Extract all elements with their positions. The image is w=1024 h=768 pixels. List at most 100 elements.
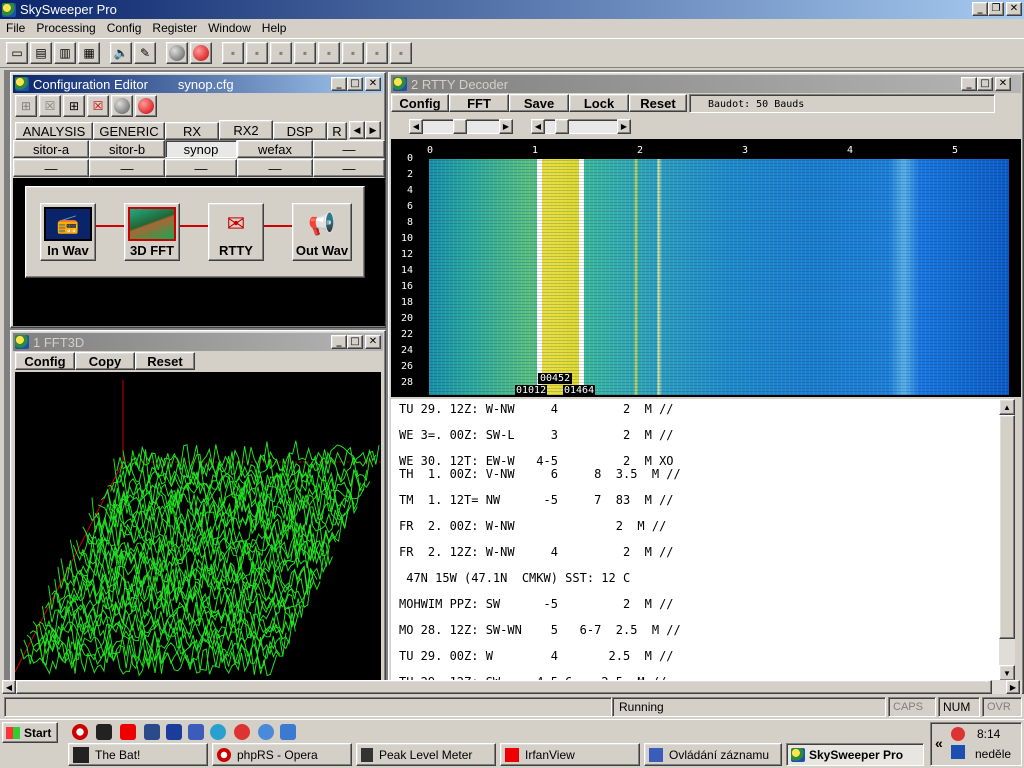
task-recording-control[interactable]: Ovládání záznamu xyxy=(644,743,782,766)
menu-file[interactable]: File xyxy=(6,21,25,35)
antivirus-quicklaunch-icon[interactable] xyxy=(234,724,250,740)
slot-8-icon[interactable]: ▪ xyxy=(390,42,412,64)
record-icon[interactable] xyxy=(190,42,212,64)
subtab-empty-1[interactable]: — xyxy=(313,140,385,158)
subtab-empty-6[interactable]: — xyxy=(313,159,385,177)
subtab-empty-5[interactable]: — xyxy=(237,159,313,177)
slot-6-icon[interactable]: ▪ xyxy=(342,42,364,64)
slot-2-icon[interactable]: ▪ xyxy=(246,42,268,64)
irfanview-quicklaunch-icon[interactable] xyxy=(120,724,136,740)
freq-scroll-thumb[interactable] xyxy=(453,119,467,134)
ie-quicklaunch-icon[interactable] xyxy=(280,724,296,740)
opera-quicklaunch-icon[interactable] xyxy=(72,724,88,740)
rtty-config-button[interactable]: Config xyxy=(391,94,449,112)
text-scroll-up-icon[interactable]: ▲ xyxy=(999,399,1015,415)
tab-generic[interactable]: GENERIC xyxy=(93,122,165,140)
mdi-horizontal-scrollbar[interactable]: ◀ ▶ xyxy=(2,680,1022,694)
rtty-lock-button[interactable]: Lock xyxy=(569,94,629,112)
zoom-scroll-thumb[interactable] xyxy=(555,119,569,134)
config-record-icon[interactable] xyxy=(135,95,157,117)
config-minimize-button[interactable]: _ xyxy=(331,77,347,91)
subtab-wefax[interactable]: wefax xyxy=(237,140,313,158)
open-icon[interactable]: ▤ xyxy=(30,42,52,64)
slot-7-icon[interactable]: ▪ xyxy=(366,42,388,64)
slot-4-icon[interactable]: ▪ xyxy=(294,42,316,64)
freq-scroll-left-icon[interactable]: ◀ xyxy=(409,119,423,134)
menu-config[interactable]: Config xyxy=(107,21,142,35)
zoom-scrollbar[interactable] xyxy=(531,119,631,134)
network-quicklaunch-icon[interactable] xyxy=(210,724,226,740)
task-the-bat[interactable]: The Bat! xyxy=(68,743,208,766)
search-quicklaunch-icon[interactable] xyxy=(258,724,274,740)
start-button[interactable]: Start xyxy=(2,722,58,743)
text-scroll-down-icon[interactable]: ▼ xyxy=(999,665,1015,681)
menu-window[interactable]: Window xyxy=(208,21,251,35)
subtab-sitor-a[interactable]: sitor-a xyxy=(13,140,89,158)
shield-quicklaunch-icon[interactable] xyxy=(144,724,160,740)
tray-expand-icon[interactable]: « xyxy=(935,735,943,751)
task-skysweeper[interactable]: SkySweeper Pro xyxy=(786,743,924,766)
bat-quicklaunch-icon[interactable] xyxy=(96,724,112,740)
fft3d-close-button[interactable]: ✕ xyxy=(365,335,381,349)
slot-1-icon[interactable]: ▪ xyxy=(222,42,244,64)
task-irfanview[interactable]: IrfanView xyxy=(500,743,640,766)
fft3d-reset-button[interactable]: Reset xyxy=(135,352,195,370)
rtty-module[interactable]: ✉ RTTY xyxy=(208,203,264,261)
mdi-scroll-left-icon[interactable]: ◀ xyxy=(2,680,16,694)
keyboard-tray-icon[interactable] xyxy=(951,745,965,759)
copy-icon[interactable]: ▦ xyxy=(78,42,100,64)
rtty-close-button[interactable]: ✕ xyxy=(995,77,1011,91)
rtty-minimize-button[interactable]: _ xyxy=(961,77,977,91)
zoom-scroll-left-icon[interactable]: ◀ xyxy=(531,119,545,134)
close-button[interactable]: ✕ xyxy=(1006,2,1022,16)
tool-icon[interactable]: ✎ xyxy=(134,42,156,64)
in-wav-module[interactable]: 📻 In Wav xyxy=(40,203,96,261)
tab-analysis[interactable]: ANALYSIS xyxy=(15,122,93,140)
rtty-maximize-button[interactable]: □ xyxy=(977,77,993,91)
subtab-empty-4[interactable]: — xyxy=(165,159,237,177)
tab-rx2[interactable]: RX2 xyxy=(219,120,273,140)
stop-icon[interactable] xyxy=(166,42,188,64)
subtab-empty-2[interactable]: — xyxy=(13,159,89,177)
text-vertical-scrollbar[interactable]: ▲ ▼ xyxy=(999,399,1015,681)
config-add-icon[interactable]: ⊞ xyxy=(15,95,37,117)
fft3d-config-button[interactable]: Config xyxy=(15,352,75,370)
config-remove-icon[interactable]: ☒ xyxy=(87,95,109,117)
new-icon[interactable]: ▭ xyxy=(6,42,28,64)
config-stop-icon[interactable] xyxy=(111,95,133,117)
task-peak-level-meter[interactable]: Peak Level Meter xyxy=(356,743,496,766)
slot-5-icon[interactable]: ▪ xyxy=(318,42,340,64)
freq-scroll-right-icon[interactable]: ▶ xyxy=(499,119,513,134)
rtty-reset-button[interactable]: Reset xyxy=(629,94,687,112)
subtab-sitor-b[interactable]: sitor-b xyxy=(89,140,165,158)
config-maximize-button[interactable]: □ xyxy=(347,77,363,91)
rtty-fft-button[interactable]: FFT xyxy=(449,94,509,112)
tab-more[interactable]: R xyxy=(327,122,347,140)
save-icon[interactable]: ▥ xyxy=(54,42,76,64)
subtab-empty-3[interactable]: — xyxy=(89,159,165,177)
rtty-save-button[interactable]: Save xyxy=(509,94,569,112)
slot-3-icon[interactable]: ▪ xyxy=(270,42,292,64)
info-quicklaunch-icon[interactable] xyxy=(188,724,204,740)
tab-dsp[interactable]: DSP xyxy=(273,122,327,140)
tab-scroll-left-icon[interactable]: ◀ xyxy=(349,121,365,139)
minimize-button[interactable]: _ xyxy=(972,2,988,16)
zoom-scroll-right-icon[interactable]: ▶ xyxy=(617,119,631,134)
fft3d-copy-button[interactable]: Copy xyxy=(75,352,135,370)
config-delete-icon[interactable]: ☒ xyxy=(39,95,61,117)
restore-button[interactable]: ❐ xyxy=(988,2,1004,16)
text-scroll-thumb[interactable] xyxy=(999,415,1015,639)
task-opera[interactable]: phpRS - Opera xyxy=(212,743,352,766)
tab-rx[interactable]: RX xyxy=(165,122,219,140)
fft3d-module[interactable]: 3D FFT xyxy=(124,203,180,261)
tab-scroll-right-icon[interactable]: ▶ xyxy=(365,121,381,139)
decoded-text-area[interactable]: TU 29. 12Z: W-NW 4 2 M // WE 3=. 00Z: SW… xyxy=(391,399,999,681)
config-close-button[interactable]: ✕ xyxy=(365,77,381,91)
fft3d-maximize-button[interactable]: □ xyxy=(347,335,363,349)
mdi-scroll-right-icon[interactable]: ▶ xyxy=(1006,680,1020,694)
speaker-icon[interactable]: 🔈 xyxy=(110,42,132,64)
save-quicklaunch-icon[interactable] xyxy=(166,724,182,740)
fft3d-minimize-button[interactable]: _ xyxy=(331,335,347,349)
mdi-scroll-thumb[interactable] xyxy=(16,680,992,694)
config-insert-icon[interactable]: ⊞ xyxy=(63,95,85,117)
